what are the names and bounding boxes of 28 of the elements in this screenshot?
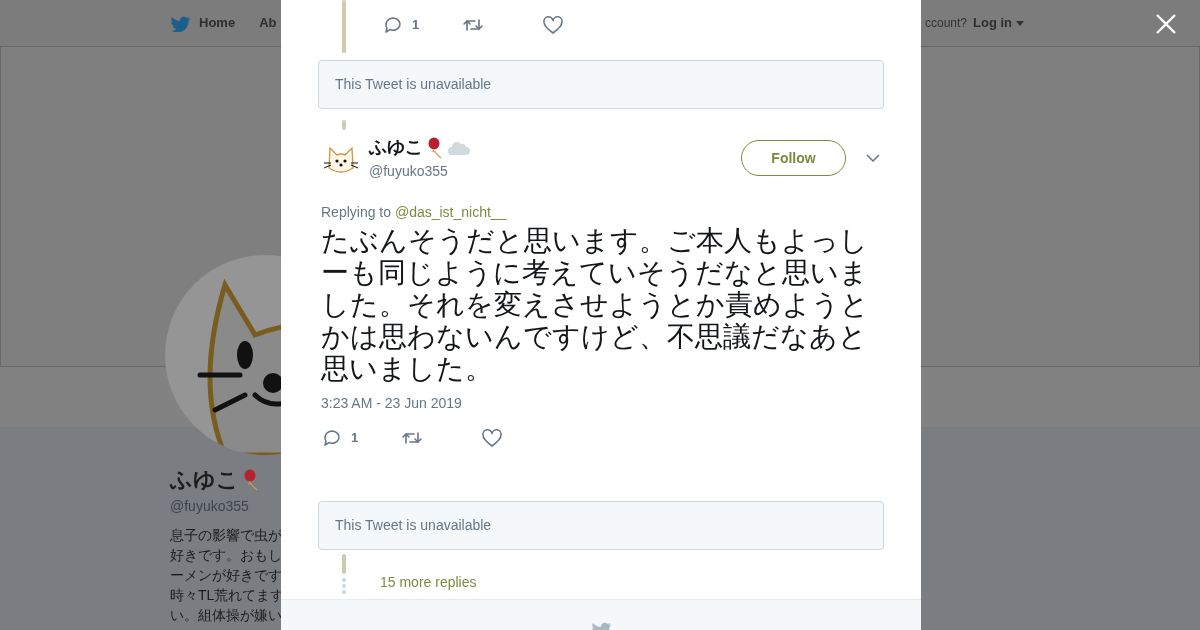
reply-count: 1 — [412, 16, 420, 35]
reply-icon[interactable] — [382, 15, 404, 35]
reply-count: 1 — [351, 429, 359, 448]
user-handle: @fuyuko355 — [369, 162, 449, 181]
follow-button[interactable]: Follow — [741, 140, 846, 176]
nav-link[interactable]: Ab — [259, 13, 277, 33]
tweet-text: たぶんそうだと思います。ご本人もよっしーも同じように考えていそうだなと思いました。それを変えさせようとか責めようとかは思わないんですけど、不思議だなあと思いました。 — [321, 225, 870, 385]
unavailable-notice: This Tweet is unavailable — [318, 60, 884, 109]
profile-handle: @fuyuko355 — [170, 497, 250, 516]
balloon-icon — [427, 136, 443, 159]
mention-link[interactable]: @das_ist_nicht__ — [394, 204, 507, 220]
user-name: ふゆこ — [369, 136, 423, 159]
replying-to-text: Replying to @das_ist_nicht__ — [321, 203, 508, 222]
like-icon[interactable] — [542, 15, 564, 35]
chevron-icon[interactable] — [866, 154, 880, 162]
profile-name: ふゆこ — [170, 466, 239, 494]
nav-link[interactable]: Home — [170, 13, 236, 33]
more-replies-link[interactable]: 15 more replies — [380, 572, 477, 593]
more-replies-icon — [342, 554, 346, 594]
close-icon[interactable] — [1154, 12, 1178, 36]
caret-icon — [1016, 20, 1024, 26]
login-link[interactable]: Log in — [973, 13, 1024, 33]
tweet-timestamp: 3:23 AM - 23 Jun 2019 — [321, 394, 463, 413]
balloon-icon — [243, 468, 259, 491]
reply-icon[interactable] — [321, 428, 343, 448]
account-prompt: ccount? — [924, 15, 967, 32]
unavailable-notice: This Tweet is unavailable — [318, 501, 884, 550]
like-icon[interactable] — [481, 428, 503, 448]
